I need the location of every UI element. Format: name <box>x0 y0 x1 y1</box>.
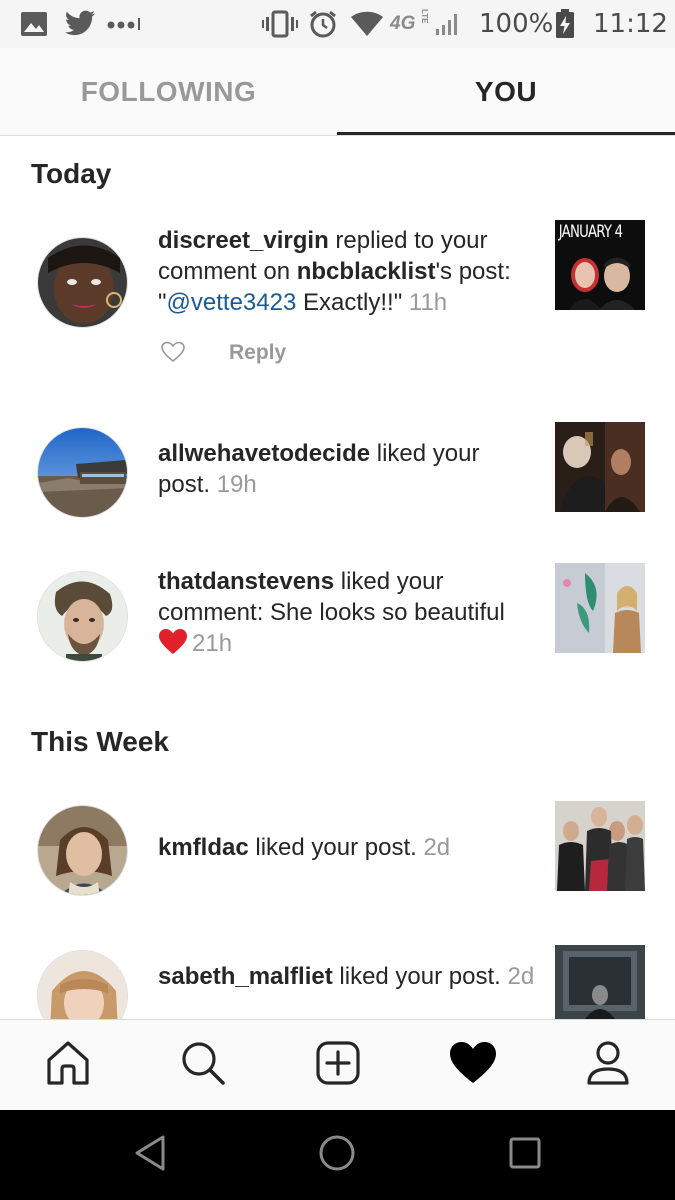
tab-you[interactable]: YOU <box>337 48 675 136</box>
thumb-caption: JANUARY 4 <box>558 222 623 242</box>
mention-link[interactable]: @vette3423 <box>167 289 297 316</box>
avatar[interactable] <box>37 950 128 1020</box>
alarm-icon <box>309 0 337 48</box>
vibrate-icon <box>262 0 298 48</box>
new-post-icon <box>315 1040 361 1091</box>
back-icon <box>133 1134 167 1177</box>
active-tab-indicator <box>337 132 675 135</box>
avatar[interactable] <box>37 427 128 518</box>
twitter-icon <box>64 0 96 48</box>
notification-text: allwehavetodecide liked your post. 19h <box>158 438 538 500</box>
battery-percent: 100% <box>479 9 554 39</box>
bottom-navigation <box>0 1019 675 1110</box>
post-thumbnail[interactable] <box>555 422 645 512</box>
signal-icon <box>435 0 461 48</box>
notification-item[interactable]: allwehavetodecide liked your post. 19h <box>0 422 675 518</box>
reply-button[interactable]: Reply <box>229 341 286 365</box>
search-icon <box>180 1040 226 1091</box>
system-recents-button[interactable] <box>485 1110 565 1200</box>
network-sub-label: LTE <box>420 8 429 24</box>
notification-username[interactable]: allwehavetodecide <box>158 440 370 467</box>
timestamp: 2d <box>507 963 535 990</box>
profile-icon <box>585 1040 631 1091</box>
more-dots-icon <box>107 0 141 48</box>
tab-you-label: YOU <box>474 76 538 107</box>
notification-body: liked your post. <box>248 834 424 861</box>
notification-username[interactable]: kmfldac <box>158 834 249 861</box>
battery-charging-icon <box>555 0 575 48</box>
tab-following[interactable]: FOLLOWING <box>0 48 337 136</box>
android-system-navigation <box>0 1110 675 1200</box>
post-thumbnail[interactable] <box>555 801 645 891</box>
system-back-button[interactable] <box>110 1110 190 1200</box>
heart-emoji <box>158 628 188 663</box>
post-thumbnail[interactable] <box>555 563 645 653</box>
notification-username[interactable]: thatdanstevens <box>158 568 334 595</box>
notification-body-3: Exactly!!" <box>296 289 409 316</box>
network-label: 4G <box>390 13 416 34</box>
notification-username[interactable]: discreet_virgin <box>158 227 329 254</box>
avatar[interactable] <box>37 571 128 662</box>
notification-text: discreet_virgin replied to your comment … <box>158 225 538 318</box>
section-title-this-week: This Week <box>31 726 169 757</box>
activity-tabs: FOLLOWING YOU <box>0 48 675 136</box>
like-comment-icon[interactable] <box>161 341 185 368</box>
clock: 11:12 <box>593 9 668 39</box>
notification-text: sabeth_malfliet liked your post. 2d <box>158 961 538 992</box>
home-icon <box>45 1040 91 1091</box>
notification-text: thatdanstevens liked your comment: She l… <box>158 566 538 663</box>
avatar[interactable] <box>37 237 128 328</box>
nav-new-post-button[interactable] <box>270 1020 405 1111</box>
nav-home-button[interactable] <box>0 1020 135 1111</box>
timestamp: 19h <box>216 471 257 498</box>
notification-body: liked your post. <box>332 963 508 990</box>
notification-text: kmfldac liked your post. 2d <box>158 832 538 863</box>
network-sub-wrap: LTE <box>420 6 429 26</box>
tab-following-label: FOLLOWING <box>80 76 257 107</box>
home-circle-icon <box>318 1134 356 1177</box>
timestamp: 2d <box>423 834 451 861</box>
post-thumbnail[interactable] <box>555 945 645 1020</box>
notification-item[interactable]: sabeth_malfliet liked your post. 2d <box>0 945 675 1020</box>
timestamp: 11h <box>408 289 448 316</box>
notification-username[interactable]: sabeth_malfliet <box>158 963 333 990</box>
activity-heart-icon <box>449 1041 497 1090</box>
notification-item[interactable]: kmfldac liked your post. 2d <box>0 800 675 896</box>
system-home-button[interactable] <box>297 1110 377 1200</box>
nav-activity-button[interactable] <box>405 1020 540 1111</box>
target-username[interactable]: nbcblacklist <box>297 258 436 285</box>
nav-profile-button[interactable] <box>540 1020 675 1111</box>
nav-search-button[interactable] <box>135 1020 270 1111</box>
section-title-today: Today <box>31 158 112 189</box>
status-bar: 4G LTE 100% 11:12 <box>0 0 675 48</box>
recents-icon <box>508 1136 542 1175</box>
wifi-icon <box>350 0 384 48</box>
network-type: 4G <box>390 0 415 48</box>
gallery-icon <box>20 0 48 48</box>
timestamp: 21h <box>192 630 233 657</box>
post-thumbnail[interactable]: JANUARY 4 <box>555 220 645 310</box>
notification-item[interactable]: thatdanstevens liked your comment: She l… <box>0 562 675 672</box>
avatar[interactable] <box>37 805 128 896</box>
notification-item[interactable]: discreet_virgin replied to your comment … <box>0 220 675 380</box>
